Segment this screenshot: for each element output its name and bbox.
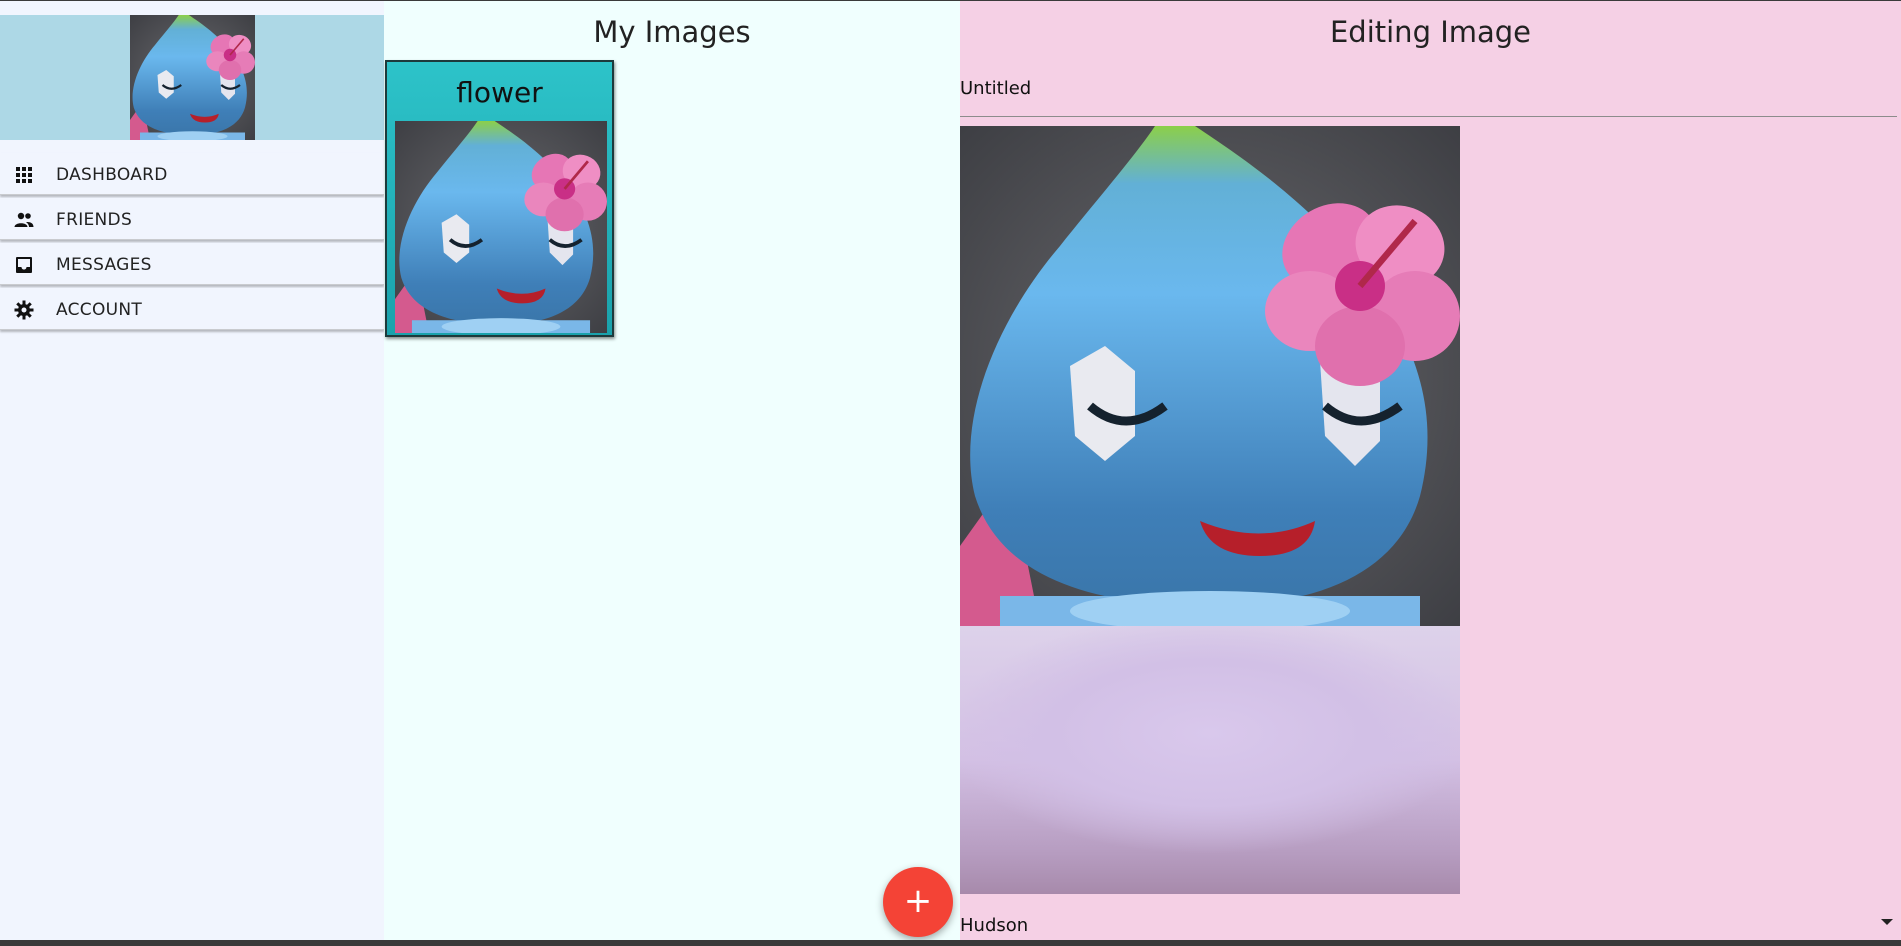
editing-image[interactable] xyxy=(960,126,1460,626)
images-panel: My Images flower + xyxy=(384,1,960,940)
font-select[interactable]: Hudson xyxy=(960,907,1897,939)
image-card[interactable]: flower xyxy=(385,60,614,337)
image-title-field[interactable] xyxy=(960,75,1897,117)
image-thumbnail xyxy=(395,121,607,333)
font-select-value: Hudson xyxy=(960,915,1029,936)
gear-icon xyxy=(14,300,34,320)
apps-grid-icon xyxy=(16,167,32,183)
sidebar-item-friends[interactable]: FRIENDS xyxy=(0,198,384,240)
panel-title: Editing Image xyxy=(1329,15,1532,49)
avatar[interactable] xyxy=(130,15,255,140)
sidebar-item-label: FRIENDS xyxy=(56,210,133,230)
image-card-title: flower xyxy=(456,76,543,109)
sidebar-item-dashboard[interactable]: DASHBOARD xyxy=(0,153,384,195)
sidebar-item-label: DASHBOARD xyxy=(56,165,168,185)
sidebar-nav: DASHBOARD FRIENDS MESSAGES ACCOUNT xyxy=(0,153,384,333)
background-preview xyxy=(960,626,1460,894)
inbox-icon xyxy=(16,257,32,273)
avatar-header xyxy=(0,15,384,140)
sidebar: DASHBOARD FRIENDS MESSAGES ACCOUNT xyxy=(0,1,384,940)
chevron-down-icon xyxy=(1881,919,1893,925)
panel-title: My Images xyxy=(593,15,751,49)
sidebar-item-label: ACCOUNT xyxy=(56,300,143,320)
people-icon xyxy=(14,212,34,227)
editor-panel: Editing Image Hudson xyxy=(960,1,1901,940)
sidebar-item-account[interactable]: ACCOUNT xyxy=(0,288,384,330)
sidebar-item-messages[interactable]: MESSAGES xyxy=(0,243,384,285)
sidebar-item-label: MESSAGES xyxy=(56,255,152,275)
add-image-button[interactable]: + xyxy=(883,867,953,937)
